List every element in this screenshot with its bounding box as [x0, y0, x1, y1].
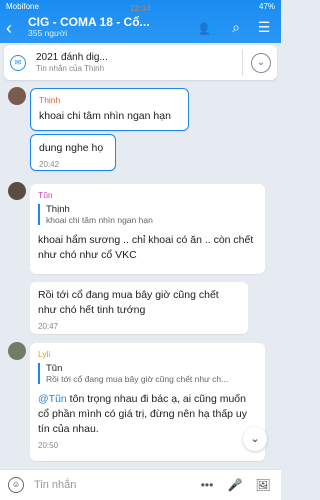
menu-icon[interactable]: ☰ — [253, 19, 275, 36]
back-icon[interactable]: ‹ — [6, 19, 22, 37]
battery-level: 47% — [259, 1, 276, 11]
avatar[interactable] — [8, 342, 26, 360]
add-member-icon[interactable]: 👥 — [197, 19, 219, 36]
message-text: khoai chi tâm nhìn ngan hạn — [39, 110, 171, 122]
search-icon[interactable]: ⌕ — [225, 19, 247, 36]
chevron-down-icon[interactable]: ⌄ — [251, 52, 271, 73]
emoji-icon[interactable]: ☺ — [8, 477, 24, 493]
more-icon[interactable]: ••• — [197, 478, 217, 492]
message-body: tôn trọng nhau đi bác ạ, ai cũng muốn cổ… — [38, 393, 248, 435]
mic-icon[interactable]: 🎤 — [225, 478, 245, 492]
chat-header: Mobifone 22:14 47% ‹ CIG - COMA 18 - Cổ.… — [0, 0, 281, 43]
quote-text: Rồi tới cổ đang mua bây giờ cũng chết nh… — [46, 374, 229, 384]
quoted-message[interactable]: Thịnh khoai chi tâm nhìn ngan hạn — [38, 204, 257, 225]
pinned-message[interactable]: ✉ 2021 đánh dig... Tin nhắn của Thịnh ⌄ — [4, 45, 277, 80]
message-time: 20:42 — [39, 160, 60, 169]
message-bubble[interactable]: Lyli Tũn Rồi tới cổ đang mua bây giờ cũn… — [30, 343, 265, 461]
message-bubble[interactable]: Tũn Thịnh khoai chi tâm nhìn ngan hạn kh… — [30, 184, 265, 274]
pinned-subtitle: Tin nhắn của Thịnh — [36, 63, 105, 73]
carrier-label: Mobifone — [6, 1, 39, 11]
message-text: khoai hẩm sương .. chỉ khoai có ăn .. cò… — [38, 234, 254, 261]
message-bubble[interactable]: Rồi tới cổ đang mua bây giờ cũng chết nh… — [30, 282, 248, 334]
message-time: 20:50 — [38, 441, 59, 450]
quote-text: khoai chi tâm nhìn ngan hạn — [46, 215, 153, 225]
mention-link[interactable]: @Tũn — [38, 393, 67, 405]
member-count: 355 người — [28, 28, 68, 39]
quoted-message[interactable]: Tũn Rồi tới cổ đang mua bây giờ cũng chế… — [38, 363, 257, 384]
message-bubble[interactable]: Thịnh khoai chi tâm nhìn ngan hạn — [30, 88, 189, 131]
message-text: @Tũn tôn trọng nhau đi bác ạ, ai cũng mu… — [38, 392, 257, 437]
message-input[interactable]: Tin nhắn — [34, 479, 189, 491]
avatar[interactable] — [8, 87, 26, 105]
message-text: Rồi tới cổ đang mua bây giờ cũng chết nh… — [38, 289, 219, 316]
message-time: 20:47 — [38, 322, 59, 331]
pinned-message-icon: ✉ — [10, 54, 26, 71]
message-text: dung nghe họ — [39, 142, 104, 154]
sender-name: Lyli — [38, 349, 51, 359]
divider — [242, 49, 243, 76]
sender-name: Tũn — [38, 190, 53, 200]
avatar[interactable] — [8, 182, 26, 200]
quote-author: Tũn — [46, 363, 63, 374]
message-bubble[interactable]: dung nghe họ 20:42 — [30, 134, 116, 171]
clock: 22:14 — [130, 3, 151, 13]
conversation-title-block[interactable]: CIG - COMA 18 - Cổ... 355 người — [28, 16, 191, 39]
pinned-title: 2021 đánh dig... — [36, 51, 108, 63]
image-icon[interactable]: 🖼 — [253, 478, 273, 492]
status-bar: Mobifone 22:14 47% — [0, 0, 281, 13]
message-composer: ☺ Tin nhắn ••• 🎤 🖼 — [0, 469, 281, 500]
sender-name: Thịnh — [39, 95, 61, 105]
quote-author: Thịnh — [46, 204, 70, 215]
scroll-down-icon[interactable]: ⌄ — [243, 427, 267, 451]
